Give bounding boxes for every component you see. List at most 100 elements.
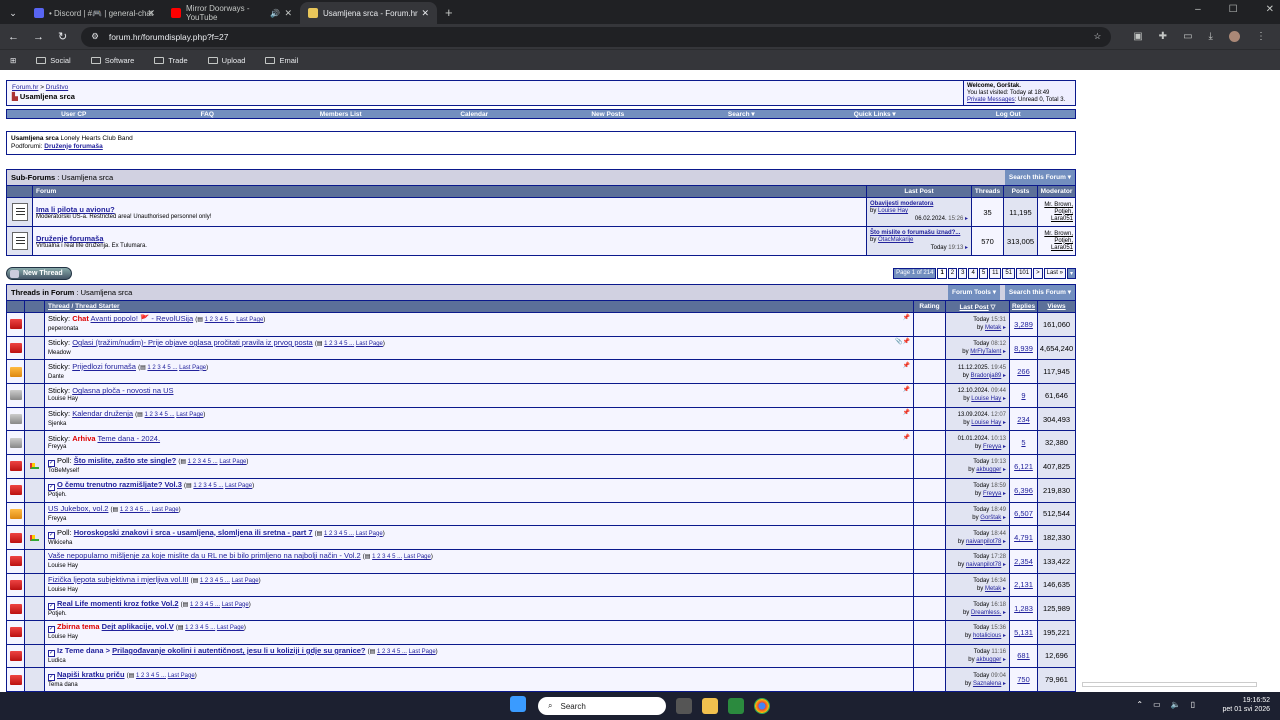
thread-replies[interactable]: 681 [1017, 651, 1030, 660]
thread-last-page-link[interactable]: Last Page [168, 673, 195, 679]
thread-page-links[interactable]: 1 2 3 4 5 ... [145, 412, 175, 418]
thread-last-page-link[interactable]: Last Page [219, 459, 246, 465]
goto-last-post-icon[interactable]: ▸ [1001, 633, 1006, 639]
goto-last-post-icon[interactable]: ▸ [1001, 396, 1006, 402]
goto-post-icon[interactable]: ▸ [963, 216, 968, 222]
thread-replies[interactable]: 5 [1021, 438, 1025, 447]
lastpost-user[interactable]: MrFlyTalent [970, 349, 1001, 355]
browser-tab[interactable]: • Discord | #🎮 | general-chat ✕ [26, 2, 163, 24]
lastpost-user[interactable]: Louise Hay [878, 208, 908, 214]
thread-last-page-link[interactable]: Last Page [225, 483, 252, 489]
chrome-icon[interactable] [754, 698, 770, 714]
page-link[interactable]: 3 [958, 267, 968, 279]
thread-page-links[interactable]: 1 2 3 4 5 ... [372, 554, 402, 560]
goto-last-post-icon[interactable]: ▸ [1001, 515, 1006, 521]
thread-starter[interactable]: Tema dana [48, 681, 910, 690]
thread-starter[interactable]: peperonata [48, 325, 910, 334]
close-window-button[interactable]: ✕ [1266, 4, 1274, 15]
tab-search-icon[interactable]: ⌄ [4, 4, 22, 22]
minimize-button[interactable]: – [1195, 4, 1201, 15]
thread-starter[interactable]: Louise Hay [48, 395, 910, 404]
site-info-icon[interactable]: ⚙ [91, 31, 99, 42]
thread-starter[interactable]: Dante [48, 373, 910, 382]
new-thread-button[interactable]: New Thread [6, 266, 72, 280]
reload-icon[interactable]: ↻ [58, 30, 67, 43]
thread-title[interactable]: Vaše nepopularno mišljenje za koje misli… [48, 551, 361, 560]
goto-last-post-icon[interactable]: ▸ [1001, 444, 1006, 450]
thread-title[interactable]: Oglasi (tražim/nudim)- Prije objave ogla… [72, 338, 313, 347]
goto-last-post-icon[interactable]: ▸ [1001, 562, 1006, 568]
private-messages-link[interactable]: Private Messages [967, 97, 1015, 103]
lastpost-user[interactable]: Saznalena [973, 681, 1001, 687]
horizontal-scrollbar[interactable] [1082, 682, 1257, 687]
subforums-link[interactable]: Druženje forumaša [44, 143, 103, 150]
bookmark-folder[interactable]: Trade [154, 56, 188, 65]
moderator-link[interactable]: Lara051 [1040, 216, 1073, 223]
thread-page-links[interactable]: 1 2 3 4 5 ... [324, 341, 354, 347]
sort-replies[interactable]: Replies [1012, 303, 1035, 310]
thread-starter[interactable]: Meadow [48, 349, 910, 358]
thread-title[interactable]: Što mislite, zašto ste single? [74, 456, 177, 465]
lastpost-user[interactable]: Freyya [983, 491, 1001, 497]
col-views[interactable]: Views [1037, 300, 1076, 313]
breadcrumb-parent[interactable]: Društvo [46, 84, 68, 91]
lastpost-user[interactable]: akbugger [976, 467, 1001, 473]
thread-title[interactable]: Prijedlozi forumaša [72, 362, 136, 371]
browser-tab[interactable]: Usamljena srca - Forum.hr ✕ [300, 2, 437, 24]
lastpost-title[interactable]: Što mislite o forumašu iznad?... [870, 230, 968, 238]
thread-replies[interactable]: 1,283 [1014, 604, 1033, 613]
thread-replies[interactable]: 2,131 [1014, 580, 1033, 589]
bookmark-folder[interactable]: Upload [207, 56, 245, 65]
menu-icon[interactable]: ⋮ [1256, 31, 1266, 42]
lastpost-user[interactable]: Dreamless. [971, 610, 1001, 616]
sort-starter[interactable]: Thread Starter [75, 303, 119, 310]
bookmark-folder[interactable]: Email [265, 56, 298, 65]
thread-replies[interactable]: 5,131 [1014, 628, 1033, 637]
thread-page-links[interactable]: 1 2 3 4 5 ... [205, 317, 235, 323]
thread-last-page-link[interactable]: Last Page [176, 412, 203, 418]
sort-thread[interactable]: Thread [48, 303, 70, 310]
forward-icon[interactable]: → [33, 31, 44, 43]
goto-last-post-icon[interactable]: ▸ [1001, 610, 1006, 616]
thread-title[interactable]: O čemu trenutno razmišljate? Vol.3 [57, 480, 182, 489]
page-link[interactable]: 1 [937, 267, 947, 279]
thread-starter[interactable]: Potjeh. [48, 610, 910, 619]
thread-title[interactable]: Horoskopski znakovi i srca - usamljena, … [74, 528, 313, 537]
lastpost-user[interactable]: Metak [985, 586, 1001, 592]
forum-tools-button[interactable]: Forum Tools ▾ [948, 285, 1000, 300]
thread-page-links[interactable]: 1 2 3 4 5 ... [377, 649, 407, 655]
thread-title[interactable]: Prilagođavanje okolini i autentičnost, j… [112, 646, 365, 655]
goto-last-post-icon[interactable]: ▸ [1001, 420, 1006, 426]
thread-replies[interactable]: 2,354 [1014, 557, 1033, 566]
goto-last-post-icon[interactable]: ▸ [1001, 467, 1006, 473]
col-replies[interactable]: Replies [1009, 300, 1038, 313]
goto-last-post-icon[interactable]: ▸ [1001, 586, 1006, 592]
page-link[interactable]: Last » [1043, 267, 1066, 279]
page-link[interactable]: > [1033, 267, 1043, 279]
thread-page-links[interactable]: 1 2 3 4 5 ... [136, 673, 166, 679]
thread-title[interactable]: Dejt aplikacije, vol.V [102, 622, 174, 631]
thread-last-page-link[interactable]: Last Page [152, 507, 179, 513]
thread-title[interactable]: Napiši kratku priču [57, 670, 125, 679]
moderator-link[interactable]: Mr. Brown, [1040, 202, 1073, 209]
thread-starter[interactable]: Louise Hay [48, 586, 910, 595]
thread-starter[interactable]: Wikiceha [48, 539, 910, 548]
bookmark-star-icon[interactable]: ☆ [1094, 31, 1102, 42]
thread-replies[interactable]: 3,289 [1014, 320, 1033, 329]
menu-item[interactable]: Search ▾ [675, 110, 809, 118]
address-bar[interactable]: ⚙ forum.hr/forumdisplay.php?f=27 ☆ [81, 26, 1112, 47]
maximize-button[interactable]: ☐ [1229, 4, 1238, 15]
menu-item[interactable]: Quick Links ▾ [808, 110, 942, 118]
close-tab-icon[interactable]: ✕ [147, 8, 155, 19]
network-icon[interactable]: ▭ [1153, 700, 1161, 709]
goto-last-post-icon[interactable]: ▸ [1001, 373, 1006, 379]
thread-last-page-link[interactable]: Last Page [217, 625, 244, 631]
thread-starter[interactable]: Freyya [48, 515, 910, 524]
lastpost-user[interactable]: Louise Hay [971, 396, 1001, 402]
thread-page-links[interactable]: 1 2 3 4 5 ... [185, 625, 215, 631]
sort-lastpost[interactable]: Last Post [959, 304, 988, 311]
extensions-icon[interactable]: ✚ [1159, 31, 1167, 42]
goto-last-post-icon[interactable]: ▸ [1001, 325, 1006, 331]
thread-title[interactable]: Fizička ljepota subjektivna i mjerljiva … [48, 575, 188, 584]
thread-last-page-link[interactable]: Last Page [404, 554, 431, 560]
